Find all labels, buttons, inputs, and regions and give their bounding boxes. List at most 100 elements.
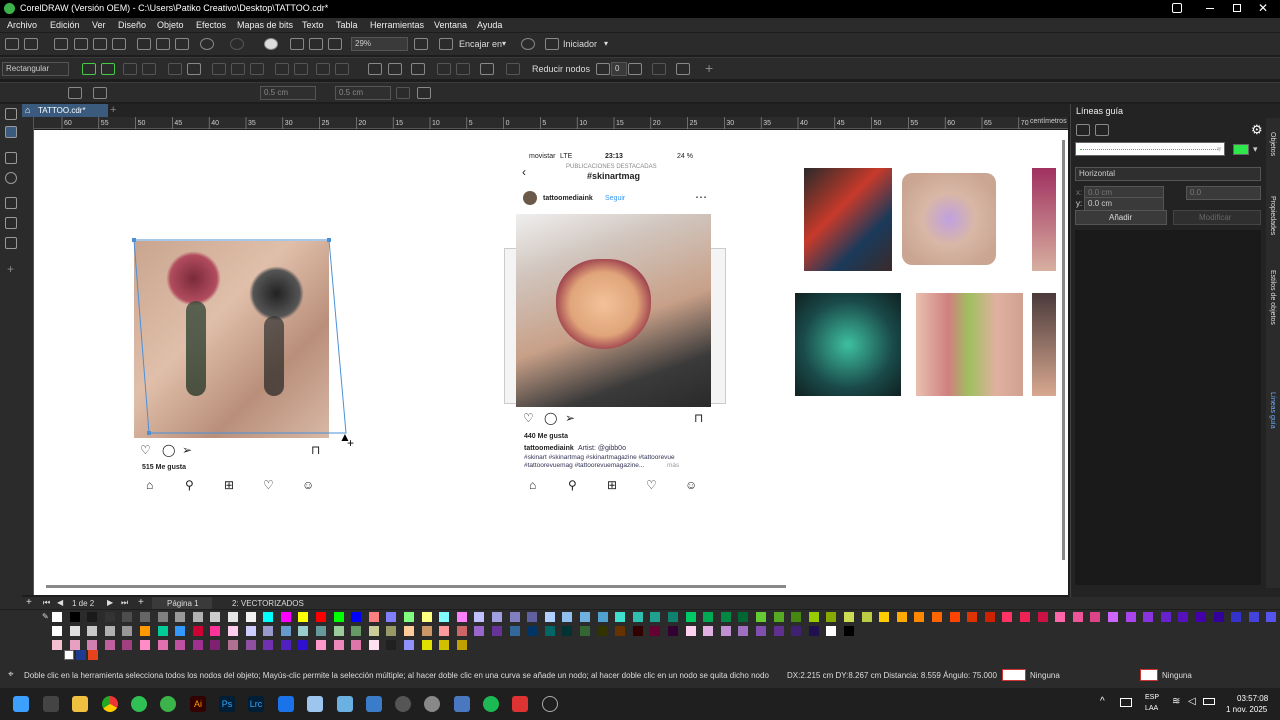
curve-smoothness-icon[interactable] bbox=[596, 63, 610, 75]
color-swatch[interactable] bbox=[316, 640, 326, 650]
color-swatch[interactable] bbox=[87, 626, 98, 636]
image-viewer-icon[interactable] bbox=[337, 696, 353, 712]
coreldraw-icon[interactable] bbox=[160, 696, 176, 712]
clock-date[interactable]: 1 nov. 2025 bbox=[1226, 705, 1267, 714]
color-chevron-icon[interactable]: ▾ bbox=[1253, 144, 1258, 155]
horizontal-scrollbar[interactable] bbox=[46, 585, 786, 588]
add-tab-icon[interactable]: + bbox=[110, 104, 116, 116]
snap-to-dropdown[interactable]: Encajar en bbox=[459, 39, 502, 49]
add-guide-button[interactable]: Añadir bbox=[1075, 210, 1167, 225]
color-swatch[interactable] bbox=[210, 612, 221, 622]
spotify-icon[interactable] bbox=[483, 696, 499, 712]
snake-tattoo-image[interactable] bbox=[902, 173, 996, 265]
shape-mode-select[interactable]: Rectangular bbox=[2, 62, 69, 76]
color-swatch[interactable] bbox=[333, 640, 344, 650]
color-swatch[interactable] bbox=[421, 626, 432, 636]
chevron-down-icon[interactable]: ▾ bbox=[502, 39, 506, 48]
full-screen-icon[interactable] bbox=[414, 38, 428, 50]
color-swatch[interactable] bbox=[527, 626, 538, 636]
menu-herramientas[interactable]: Herramientas bbox=[370, 20, 424, 30]
color-swatch[interactable] bbox=[263, 640, 274, 650]
color-swatch[interactable] bbox=[984, 612, 995, 622]
battery-icon[interactable] bbox=[1203, 698, 1215, 705]
color-swatch[interactable] bbox=[140, 612, 150, 622]
add-node-icon[interactable] bbox=[82, 63, 96, 75]
vertical-ruler[interactable] bbox=[22, 117, 34, 595]
color-swatch[interactable] bbox=[474, 612, 485, 622]
color-swatch[interactable] bbox=[280, 640, 291, 650]
ellipse-tool-icon[interactable] bbox=[5, 172, 17, 184]
color-swatch[interactable] bbox=[298, 626, 309, 636]
color-swatch[interactable] bbox=[685, 612, 696, 622]
color-swatch[interactable] bbox=[456, 626, 467, 636]
color-swatch[interactable] bbox=[1090, 612, 1101, 622]
add-page-icon[interactable]: + bbox=[26, 597, 32, 608]
color-swatch[interactable] bbox=[245, 640, 256, 650]
rotate-icon[interactable] bbox=[388, 63, 402, 75]
color-swatch[interactable] bbox=[914, 612, 925, 622]
comment-icon[interactable]: ◯ bbox=[162, 443, 175, 457]
add-post-icon[interactable]: ⊞ bbox=[607, 478, 617, 492]
page-tab-2[interactable]: 2: VECTORIZADOS bbox=[232, 599, 304, 608]
twins-tattoo-image[interactable] bbox=[916, 293, 1023, 396]
color-swatch[interactable] bbox=[650, 612, 661, 622]
color-swatch[interactable] bbox=[175, 612, 186, 622]
distribute-nodes-icon[interactable] bbox=[676, 63, 690, 75]
color-swatch[interactable] bbox=[228, 612, 238, 622]
color-swatch[interactable] bbox=[509, 626, 520, 636]
color-swatch[interactable] bbox=[386, 612, 397, 622]
color-swatch[interactable] bbox=[650, 626, 661, 636]
caption-account[interactable]: tattoomediaink bbox=[524, 445, 574, 452]
color-swatch[interactable] bbox=[685, 626, 696, 636]
color-swatch[interactable] bbox=[703, 626, 714, 636]
snap-icon[interactable] bbox=[439, 38, 453, 50]
next-page-icon[interactable]: ▶ bbox=[107, 598, 113, 607]
side-tab-lineas-guia[interactable]: Líneas guía bbox=[1269, 392, 1276, 429]
menu-ayuda[interactable]: Ayuda bbox=[477, 20, 502, 30]
task-view-icon[interactable] bbox=[43, 696, 59, 712]
settings-icon[interactable] bbox=[424, 696, 440, 712]
profile-icon[interactable]: ☺ bbox=[685, 478, 697, 492]
color-swatch[interactable] bbox=[1178, 612, 1189, 622]
stretch-icon[interactable] bbox=[368, 63, 382, 75]
color-swatch[interactable] bbox=[632, 612, 643, 622]
affinity-icon[interactable] bbox=[278, 696, 294, 712]
color-swatch[interactable] bbox=[632, 626, 643, 636]
color-swatch[interactable] bbox=[122, 640, 133, 650]
search-icon[interactable]: ⚲ bbox=[185, 478, 194, 492]
document-palette-no-color[interactable] bbox=[64, 650, 74, 660]
close-button[interactable]: ✕ bbox=[1258, 1, 1270, 15]
color-swatch[interactable] bbox=[896, 612, 907, 622]
profile-icon[interactable]: ☺ bbox=[302, 478, 314, 492]
color-swatch[interactable] bbox=[192, 626, 203, 636]
color-swatch[interactable] bbox=[756, 626, 766, 636]
color-swatch[interactable] bbox=[879, 612, 890, 622]
orientation-select[interactable]: Horizontal bbox=[1075, 167, 1261, 181]
pen-tool-icon[interactable] bbox=[5, 197, 17, 209]
menu-efectos[interactable]: Efectos bbox=[196, 20, 226, 30]
maximize-button[interactable] bbox=[1233, 4, 1241, 12]
color-swatch[interactable] bbox=[1196, 612, 1206, 622]
pdf-icon[interactable] bbox=[328, 38, 342, 50]
color-swatch[interactable] bbox=[668, 626, 678, 636]
menu-tabla[interactable]: Tabla bbox=[336, 20, 358, 30]
comment-icon[interactable]: ◯ bbox=[544, 411, 557, 425]
volume-icon[interactable]: ◁ bbox=[1188, 696, 1196, 707]
color-swatch[interactable] bbox=[844, 612, 854, 622]
color-swatch[interactable] bbox=[509, 612, 520, 622]
to-curve-icon[interactable] bbox=[187, 63, 201, 75]
color-swatch[interactable] bbox=[1266, 612, 1277, 622]
document-tab[interactable]: ⌂ TATTOO.cdr* bbox=[22, 104, 108, 117]
avatar[interactable] bbox=[523, 191, 537, 205]
line-style-select[interactable] bbox=[1075, 142, 1225, 156]
bookmark-icon[interactable]: ⊓ bbox=[311, 443, 320, 457]
shape-tool-icon[interactable] bbox=[5, 126, 17, 138]
color-swatch[interactable] bbox=[368, 640, 379, 650]
color-swatch[interactable] bbox=[738, 626, 749, 636]
share-icon[interactable]: ➢ bbox=[182, 443, 192, 457]
color-swatch[interactable] bbox=[1020, 612, 1030, 622]
color-swatch[interactable] bbox=[421, 612, 432, 622]
gallery-icon[interactable] bbox=[366, 696, 382, 712]
add-page-end-icon[interactable]: + bbox=[138, 597, 144, 608]
color-swatch[interactable] bbox=[386, 626, 397, 636]
